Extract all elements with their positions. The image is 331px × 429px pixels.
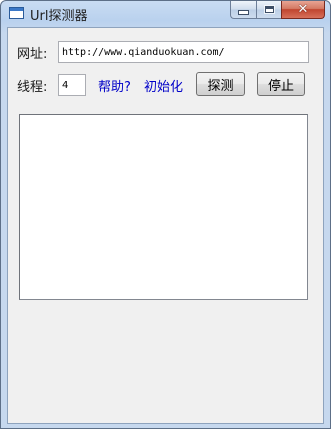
maximize-icon — [263, 5, 275, 14]
thread-label: 线程: — [17, 80, 48, 95]
close-button[interactable]: ✕ — [281, 1, 325, 19]
thread-count-input[interactable] — [58, 74, 86, 96]
init-link[interactable]: 初始化 — [144, 76, 183, 95]
client-area: 网址: 线程: 帮助? 初始化 探测 停止 — [7, 27, 324, 424]
detect-button[interactable]: 探测 — [196, 72, 245, 96]
url-label: 网址: — [17, 47, 48, 62]
url-input[interactable] — [58, 41, 309, 63]
maximize-button[interactable] — [256, 1, 281, 19]
results-textarea[interactable] — [19, 114, 308, 300]
minimize-button[interactable] — [230, 1, 256, 19]
app-window-icon — [9, 7, 24, 19]
title-bar[interactable]: Url探测器 ✕ — [1, 1, 330, 27]
close-icon: ✕ — [297, 2, 309, 17]
window-title: Url探测器 — [30, 9, 88, 24]
help-link[interactable]: 帮助? — [98, 76, 131, 95]
app-window: Url探测器 ✕ 网址: 线程: 帮助? 初始化 探测 停止 — [0, 0, 331, 429]
stop-button[interactable]: 停止 — [257, 72, 305, 96]
window-controls: ✕ — [230, 1, 325, 21]
minimize-icon — [238, 10, 249, 15]
